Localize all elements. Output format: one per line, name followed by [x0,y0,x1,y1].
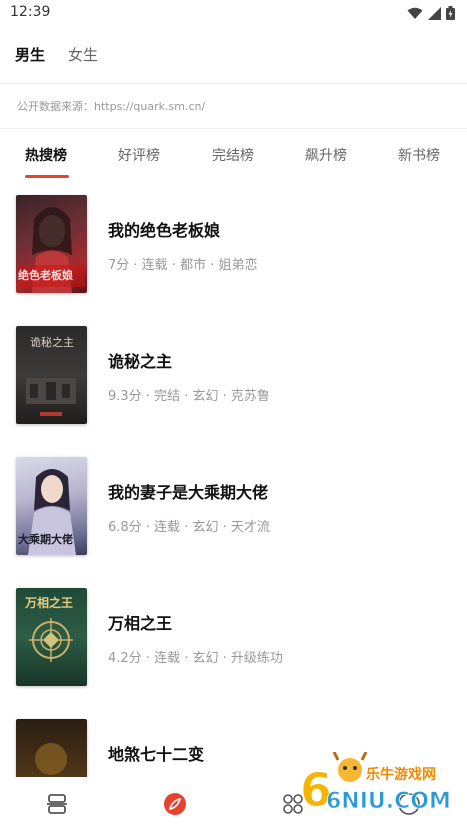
book-cover: 绝色老板娘 [16,195,87,293]
book-cover: 大乘期大佬 [16,457,87,555]
book-cover-text: 绝色老板娘 [18,269,73,282]
book-cover: 诡秘之主 [16,326,87,424]
book-cover: 万相之王 [16,588,87,686]
book-title: 我的妻子是大乘期大佬 [108,483,269,502]
signal-icon [428,5,441,24]
book-item[interactable]: 诡秘之主 诡秘之主 9.3分 · 完结 · 玄幻 · 克苏鲁 [0,310,467,440]
status-time: 12:39 [10,4,51,20]
wifi-icon [407,5,423,24]
tab-top-rated[interactable]: 好评榜 [118,145,160,165]
gender-tabs: 男生 女生 [0,26,467,84]
book-meta: 6.8分 · 连载 · 玄幻 · 天才流 [108,520,270,535]
tab-male[interactable]: 男生 [15,44,45,65]
book-title: 万相之王 [108,614,173,633]
book-item[interactable]: 绝色老板娘 我的绝色老板娘 7分 · 连载 · 都市 · 姐弟恋 [0,179,467,309]
active-tab-indicator [25,175,69,178]
source-note: 公开数据来源：https://quark.sm.cn/ [17,100,206,113]
book-title: 诡秘之主 [108,352,173,371]
status-icons [407,5,455,24]
watermark-text: 乐牛游戏网 [366,767,436,783]
tab-female[interactable]: 女生 [68,44,98,65]
discover-icon[interactable] [162,791,188,817]
tab-new-books[interactable]: 新书榜 [398,145,440,165]
book-list[interactable]: 绝色老板娘 我的绝色老板娘 7分 · 连载 · 都市 · 姐弟恋 诡秘之主 诡秘… [0,179,467,777]
source-note-bar: 公开数据来源：https://quark.sm.cn/ [0,84,467,129]
book-meta: 9.3分 · 完结 · 玄幻 · 克苏鲁 [108,389,270,404]
book-cover [16,719,87,777]
book-meta: 4.2分 · 连载 · 玄幻 · 升级练功 [108,651,283,666]
book-meta: 7分 · 连载 · 都市 · 姐弟恋 [108,258,258,273]
bookshelf-icon[interactable] [44,791,70,817]
status-bar: 12:39 [0,0,467,26]
tab-hot-search[interactable]: 热搜榜 [25,145,67,165]
book-cover-text: 诡秘之主 [30,336,74,349]
battery-icon [446,5,455,24]
tab-completed[interactable]: 完结榜 [212,145,254,165]
book-title: 我的绝色老板娘 [108,221,221,240]
book-item[interactable]: 大乘期大佬 我的妻子是大乘期大佬 6.8分 · 连载 · 玄幻 · 天才流 [0,441,467,571]
book-item[interactable]: 万相之王 万相之王 4.2分 · 连载 · 玄幻 · 升级练功 [0,572,467,702]
book-cover-text: 万相之王 [25,596,74,610]
rank-tabs: 热搜榜 好评榜 完结榜 飙升榜 新书榜 [0,129,467,179]
tab-rising[interactable]: 飙升榜 [305,145,347,165]
watermark-logo-text: 6NIU.COM [326,789,451,814]
book-title: 地煞七十二变 [108,745,205,764]
book-cover-text: 大乘期大佬 [18,533,73,546]
watermark-logo: 6 6NIU.COM 乐牛游戏网 [298,751,463,822]
